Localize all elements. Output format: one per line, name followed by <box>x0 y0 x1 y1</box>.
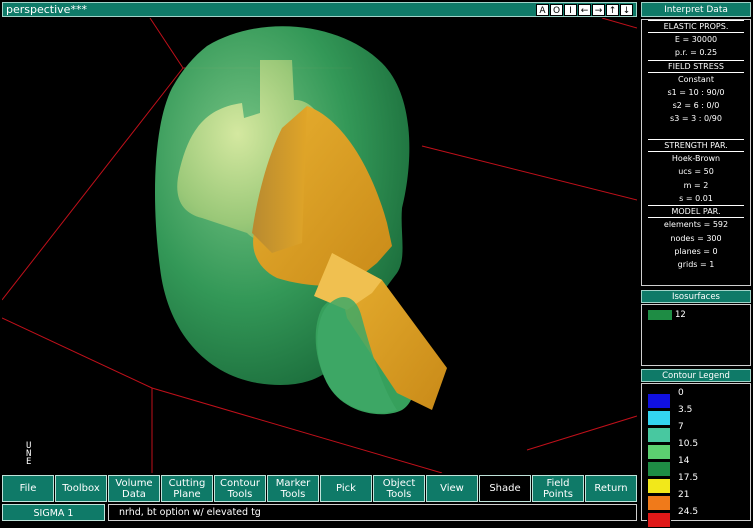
legend-swatch[interactable] <box>647 427 671 443</box>
panel-line: grids = 1 <box>677 260 715 270</box>
return-button-label: Return <box>594 483 628 494</box>
legend-swatch[interactable] <box>647 495 671 511</box>
cutting-plane-button-label: Cutting Plane <box>168 477 206 500</box>
panel-line: elements = 592 <box>663 220 729 230</box>
toolbox-button-label: Toolbox <box>62 483 100 494</box>
return-button[interactable]: Return <box>585 475 637 502</box>
panel-line: planes = 0 <box>674 246 718 256</box>
legend-label: 17.5 <box>678 473 699 483</box>
axis-label-e: E <box>26 457 31 467</box>
legend-swatch[interactable] <box>647 410 671 426</box>
legend-row: 3.5 <box>647 405 747 426</box>
legend-label: 14 <box>678 456 690 466</box>
contour-legend: 0 3.5 7 10.5 14 17.5 21 24.5 <box>641 383 751 528</box>
panel-line <box>642 126 750 139</box>
view-button-i[interactable]: I <box>564 4 577 16</box>
axis-indicator: U N E <box>26 441 31 467</box>
panel-line: Hoek-Brown <box>671 154 721 164</box>
interpret-data-panel: ELASTIC PROPS. E = 30000 p.r. = 0.25 FIELD … <box>641 19 751 286</box>
file-button-label: File <box>19 483 37 494</box>
view-buttons: A O I ← → ↑ ↓ <box>536 4 633 16</box>
isosurface-label: 12 <box>675 310 686 320</box>
contour-legend-header: Contour Legend <box>641 369 751 382</box>
contour-tools-button[interactable]: Contour Tools <box>214 475 266 502</box>
legend-label: 0 <box>678 388 684 398</box>
toolbox-button[interactable]: Toolbox <box>55 475 107 502</box>
view-button-a[interactable]: A <box>536 4 549 16</box>
toolbar: File Toolbox Volume Data Cutting Plane Conto… <box>2 475 637 502</box>
rotate-down-button[interactable]: ↓ <box>620 4 633 16</box>
panel-line: nodes = 300 <box>670 233 722 243</box>
file-button[interactable]: File <box>2 475 54 502</box>
cutting-plane-button[interactable]: Cutting Plane <box>161 475 213 502</box>
interpret-data-header: Interpret Data <box>641 2 751 17</box>
pick-button[interactable]: Pick <box>320 475 372 502</box>
data-type-label: SIGMA 1 <box>2 504 105 521</box>
legend-swatch[interactable] <box>647 393 671 409</box>
legend-row: 0 <box>647 388 747 409</box>
legend-swatch[interactable] <box>647 478 671 494</box>
panel-section-heading: FIELD STRESS <box>648 59 744 73</box>
shade-button-label: Shade <box>489 483 521 494</box>
legend-label: 21 <box>678 490 690 500</box>
volume-data-button[interactable]: Volume Data <box>108 475 160 502</box>
panel-section-heading: STRENGTH PAR. <box>648 139 744 153</box>
panel-line: s = 0.01 <box>679 193 713 203</box>
isosurface-swatch[interactable] <box>647 309 673 321</box>
rotate-right-button[interactable]: → <box>592 4 605 16</box>
legend-label: 24.5 <box>678 507 699 517</box>
field-points-button[interactable]: Field Points <box>532 475 584 502</box>
panel-section-heading: MODEL PAR. <box>648 205 744 219</box>
legend-swatch[interactable] <box>647 444 671 460</box>
object-tools-button[interactable]: Object Tools <box>373 475 425 502</box>
legend-label: 10.5 <box>678 439 699 449</box>
legend-label: 3.5 <box>678 405 693 415</box>
field-points-button-label: Field Points <box>542 477 574 500</box>
view-button[interactable]: View <box>426 475 478 502</box>
model-render: U N E <box>1 17 638 474</box>
panel-line: p.r. = 0.25 <box>674 48 718 58</box>
viewport-title: perspective*** <box>6 3 87 16</box>
contour-tools-button-label: Contour Tools <box>220 477 260 500</box>
rotate-left-button[interactable]: ← <box>578 4 591 16</box>
view-button-o[interactable]: O <box>550 4 563 16</box>
view-button-label: View <box>440 483 464 494</box>
rotate-up-button[interactable]: ↑ <box>606 4 619 16</box>
panel-line: s1 = 10 : 90/0 <box>667 87 725 97</box>
isosurfaces-header: Isosurfaces <box>641 290 751 303</box>
legend-row: 17.5 <box>647 473 747 494</box>
object-tools-button-label: Object Tools <box>382 477 416 500</box>
legend-swatch[interactable] <box>647 512 671 528</box>
viewport-title-bar: perspective*** A O I ← → ↑ ↓ <box>2 2 637 17</box>
panel-line: m = 2 <box>683 180 709 190</box>
legend-label: 7 <box>678 422 684 432</box>
isosurfaces-panel: 12 <box>641 304 751 366</box>
3d-viewport[interactable]: U N E <box>1 17 638 474</box>
pick-button-label: Pick <box>336 483 356 494</box>
panel-section-heading: ELASTIC PROPS. <box>648 20 744 33</box>
legend-swatch[interactable] <box>647 461 671 477</box>
marker-tools-button[interactable]: Marker Tools <box>267 475 319 502</box>
legend-row: 10.5 <box>647 439 747 460</box>
panel-line: ucs = 50 <box>678 167 714 177</box>
panel-line: Constant <box>678 74 714 84</box>
panel-line: s3 = 3 : 0/90 <box>670 114 722 124</box>
panel-line: s2 = 6 : 0/0 <box>672 101 720 111</box>
panel-line: E = 30000 <box>674 35 718 44</box>
shade-button[interactable]: Shade <box>479 475 531 502</box>
volume-data-button-label: Volume Data <box>115 477 153 500</box>
marker-tools-button-label: Marker Tools <box>275 477 311 500</box>
status-bar: nrhd, bt option w/ elevated tg <box>108 504 637 521</box>
legend-row: 24.5 <box>647 507 747 528</box>
